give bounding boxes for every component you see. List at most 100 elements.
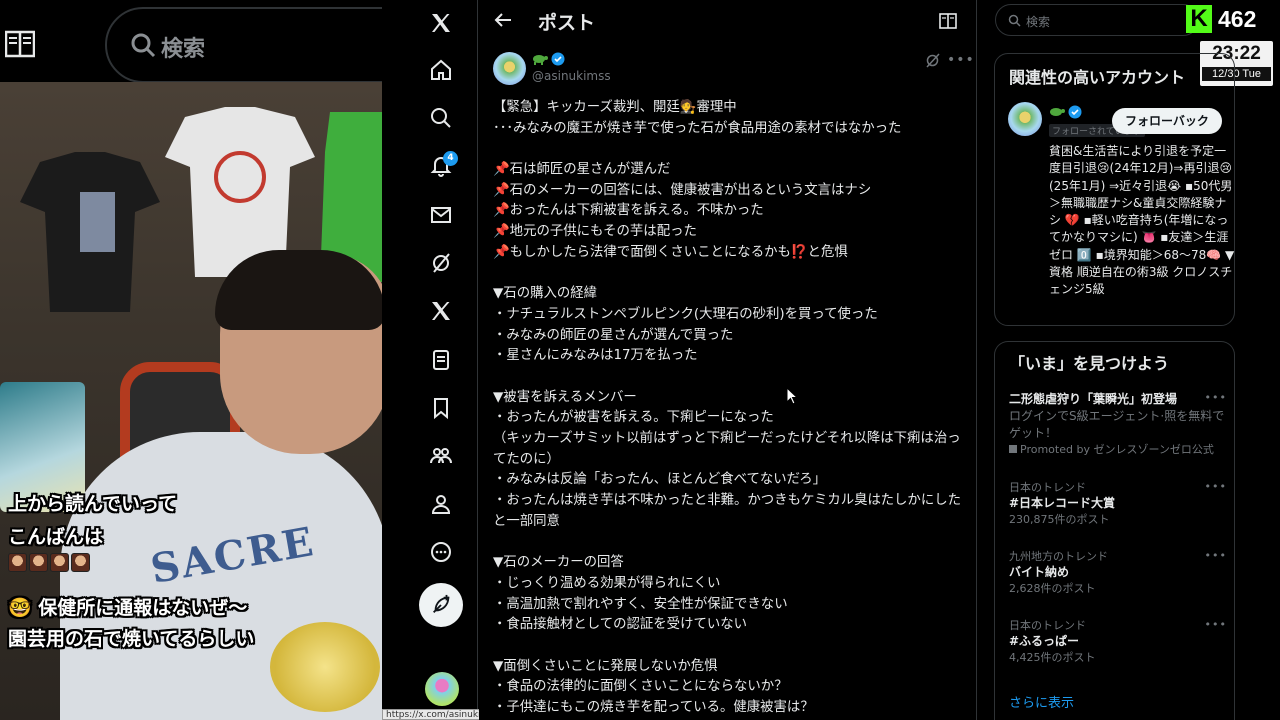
chat-overlay-line: 園芸用の石で焼いてるらしい	[8, 628, 255, 650]
compose-post-button[interactable]	[419, 583, 463, 627]
post-detail-column: ポスト @asinukimss ••• 【緊急】キッカーズ裁判、開廷🧑‍⚖️審理…	[479, 0, 977, 720]
author-avatar[interactable]	[493, 52, 526, 85]
post-line: 📌石は師匠の星さんが選んだ	[493, 162, 671, 178]
chat-emote-row	[8, 553, 90, 572]
related-account-bio: 貧困&生活苦により引退を予定一度目引退😢(24年12月)⇒再引退😢(25年1月)…	[1049, 144, 1235, 297]
grok-icon[interactable]	[426, 248, 456, 278]
trend-name: #日本レコード大賞	[1009, 496, 1116, 510]
chat-overlay-line: 上から読んでいって	[8, 493, 178, 515]
post-line: ･･･みなみの魔王が焼き芋で使った石が食品用途の素材ではなかった	[493, 120, 902, 136]
post-line: （キッカーズサミット以前はずっと下痢ピーだったけどそれ以降は下痢は治ってたのに）	[493, 431, 961, 467]
post-line	[493, 367, 969, 388]
post-line: ・高温加熱で割れやすく、安全性が保証できない	[493, 596, 788, 612]
zoomed-search-box[interactable]: 検索	[105, 7, 382, 83]
post-line: ・食品の法律的に面倒くさいことにならないか？	[493, 679, 788, 695]
trend-post-count: 230,875件のポスト	[1009, 513, 1110, 526]
post-line: ・ナチュラルストンペブルピンク(大理石の砂利)を買って使った	[493, 306, 878, 322]
post-line: ・おったんは焼き芋は不味かったと非難。かつきもケミカル臭はたしかにしたと一部同意	[493, 493, 961, 529]
notification-count-badge: 4	[443, 151, 458, 166]
trend-name: バイト納め	[1009, 565, 1070, 579]
trend-category: 日本のトレンド	[1009, 619, 1086, 632]
promoted-text: Promoted by ゼンレスゾーンゼロ公式	[1020, 443, 1214, 456]
post-line: ▼被害を訴えるメンバー	[493, 389, 637, 405]
post-line	[493, 264, 969, 285]
related-accounts-panel: 関連性の高いアカウント フォローされています フォローバック 貧困&生活苦により…	[994, 53, 1235, 326]
more-dots-icon[interactable]: •••	[947, 52, 975, 68]
post-line: ▼石のメーカーの回答	[493, 555, 624, 571]
post-line: 📌石のメーカーの回答には、健康被害が出るという文言はナシ	[493, 182, 872, 198]
chat-emote-icon	[50, 553, 69, 572]
trend-category: 日本のトレンド	[1009, 481, 1086, 494]
grok-icon[interactable]	[925, 53, 940, 68]
trend-item[interactable]: 日本のトレンド #ふるっぱー 4,425件のポスト •••	[1009, 618, 1227, 665]
post-line: 📌地元の子供にもその芋は配った	[493, 224, 697, 240]
right-sidebar: 検索 K 462 23:22 12/30 Tue 関連性の高いアカウント フォロ…	[978, 0, 1280, 720]
post-line: ▼石の購入の経緯	[493, 286, 598, 302]
chat-emote-icon	[8, 553, 27, 572]
viewer-count: 462	[1218, 5, 1257, 32]
trend-more-icon[interactable]: •••	[1205, 618, 1227, 631]
account-avatar[interactable]	[425, 672, 459, 706]
more-options-icon[interactable]	[426, 537, 456, 567]
search-placeholder: 検索	[161, 37, 206, 62]
kick-viewer-widget: K 462	[1186, 5, 1256, 33]
trend-post-count: 4,425件のポスト	[1009, 651, 1096, 664]
search-input[interactable]: 検索	[995, 4, 1199, 36]
post-line	[493, 636, 969, 657]
trend-post-count: 2,628件のポスト	[1009, 582, 1096, 595]
messages-mail-icon[interactable]	[426, 200, 456, 230]
post-line: 📌おったんは下痢被害を訴える。不味かった	[493, 203, 764, 219]
post-text: 【緊急】キッカーズ裁判、開廷🧑‍⚖️審理中 ･･･みなみの魔王が焼き芋で使った石…	[493, 98, 969, 719]
trend-category: 九州地方のトレンド	[1009, 550, 1108, 563]
trend-item[interactable]: 二形態虐狩り「葉瞬光」初登場 ログインでS級エージェント·照を無料でゲット！ P…	[1009, 391, 1227, 457]
trend-more-icon[interactable]: •••	[1205, 480, 1227, 493]
bookmarks-icon[interactable]	[426, 393, 456, 423]
trend-item[interactable]: 九州地方のトレンド バイト納め 2,628件のポスト •••	[1009, 549, 1227, 596]
trend-more-icon[interactable]: •••	[1205, 391, 1227, 404]
show-more-link[interactable]: さらに表示	[1009, 692, 1074, 711]
trend-more-icon[interactable]: •••	[1205, 549, 1227, 562]
trend-description: ログインでS級エージェント·照を無料でゲット！	[1009, 409, 1225, 440]
post-line: 📌もしかしたら法律で面倒くさいことになるかも⁉️と危惧	[493, 244, 848, 260]
back-arrow-icon[interactable]	[493, 10, 513, 30]
post-line	[493, 139, 969, 160]
stream-overlay: 検索 SACRE 上から読んでいって こんばんは 🤓 保健所に通報はないぜ～ 園…	[0, 0, 382, 720]
verified-badge-icon	[551, 52, 565, 66]
feather-quill-icon	[433, 594, 450, 613]
search-placeholder: 検索	[1026, 15, 1051, 29]
communities-icon[interactable]	[426, 441, 456, 471]
x-premium-icon[interactable]	[426, 296, 456, 326]
profile-icon[interactable]	[426, 489, 456, 519]
explore-search-icon[interactable]	[426, 103, 456, 133]
post-line: ・みなみの師匠の星さんが選んで買った	[493, 327, 734, 343]
author-display-name[interactable]	[532, 52, 565, 66]
related-account-name[interactable]	[1049, 105, 1082, 119]
post-line: 【緊急】キッカーズ裁判、開廷🧑‍⚖️審理中	[493, 100, 737, 115]
trend-name: 二形態虐狩り「葉瞬光」初登場	[1009, 392, 1178, 406]
post-line: ・みなみは反論「おったん、ほとんど食べてないだろ」	[493, 472, 827, 488]
search-icon	[1008, 14, 1021, 27]
reader-mode-icon[interactable]	[939, 12, 957, 30]
x-logo-icon[interactable]	[426, 8, 456, 38]
mouse-cursor-icon	[786, 387, 798, 405]
trend-name: #ふるっぱー	[1009, 634, 1080, 648]
post-line	[493, 533, 969, 554]
reader-mode-icon[interactable]	[5, 30, 35, 58]
chat-overlay-line: 🤓 保健所に通報はないぜ～	[8, 597, 248, 619]
chat-emote-icon	[71, 553, 90, 572]
chat-overlay-line: こんばんは	[8, 526, 104, 548]
related-account-avatar[interactable]	[1008, 102, 1042, 136]
kick-logo: K	[1186, 5, 1212, 33]
author-handle[interactable]: @asinukimss	[532, 69, 611, 83]
follow-back-button[interactable]: フォローバック	[1112, 108, 1222, 134]
post-line: ・食品接触材としての認証を受けていない	[493, 617, 748, 633]
streamer-hair	[215, 250, 382, 330]
lists-icon[interactable]	[426, 345, 456, 375]
home-icon[interactable]	[426, 55, 456, 85]
trend-item[interactable]: 日本のトレンド #日本レコード大賞 230,875件のポスト •••	[1009, 480, 1227, 527]
post-line: ▼面倒くさいことに発展しないか危惧	[493, 658, 718, 674]
hanging-shirt-dark	[20, 152, 160, 312]
related-accounts-title: 関連性の高いアカウント	[1009, 68, 1186, 87]
turtle-emoji-icon	[1050, 108, 1065, 116]
turtle-emoji-icon	[533, 55, 548, 65]
